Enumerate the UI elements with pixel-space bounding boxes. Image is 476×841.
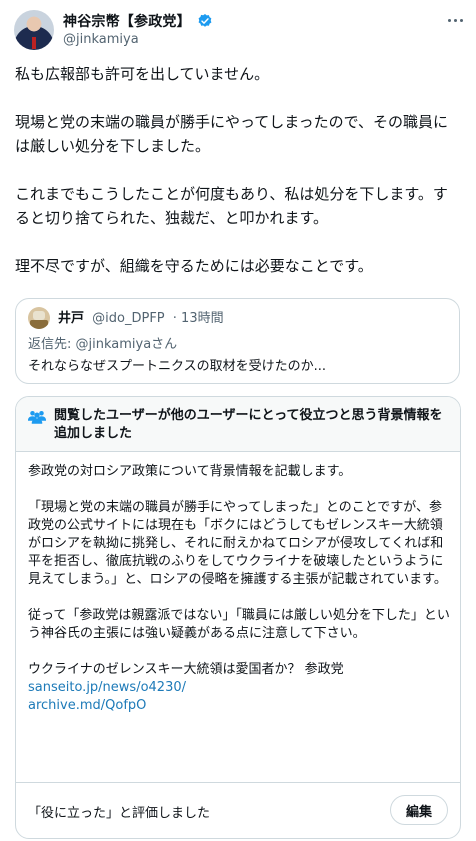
author-avatar[interactable]	[14, 10, 54, 50]
more-options-icon[interactable]	[445, 12, 465, 28]
community-note-body: 参政党の対ロシア政策について背景情報を記載します。 「現場と党の末端の職員が勝手…	[28, 463, 450, 715]
note-link-archive[interactable]: archive.md/QofpO	[28, 697, 450, 715]
author-name-row: 神谷宗幣【参政党】	[63, 11, 213, 31]
note-paragraph: 参政党の対ロシア政策について背景情報を記載します。	[28, 464, 352, 479]
tweet-body: 私も広報部も許可を出していません。 現場と党の末端の職員が勝手にやってしまったの…	[15, 62, 461, 278]
quote-author-line: 井戸 @ido_DPFP · 13時間	[58, 307, 224, 326]
community-note-footer: 「役に立った」と評価しました 編集	[16, 782, 460, 838]
note-paragraph: 従って「参政党は親露派ではない」「職員には厳しい処分を下した」という神谷氏の主張…	[28, 608, 450, 641]
quote-author-avatar	[28, 307, 50, 329]
quote-text: それならなぜスプートニクスの取材を受けたのか...	[28, 359, 327, 374]
tweet-header: 神谷宗幣【参政党】 @jinkamiya	[0, 0, 476, 60]
quote-author-name: 井戸	[58, 311, 85, 326]
author-display-name[interactable]: 神谷宗幣【参政党】	[63, 11, 191, 31]
community-note-title: 閲覧したユーザーが他のユーザーにとって役立つと思う背景情報を追加しました	[54, 408, 443, 441]
note-source-title: ウクライナのゼレンスキー大統領は愛国者か？ 参政党	[28, 662, 344, 677]
note-link-sanseito[interactable]: sanseito.jp/news/o4230/	[28, 679, 450, 697]
edit-rating-button[interactable]: 編集	[390, 795, 448, 825]
tweet-paragraph: 理不尽ですが、組織を守るためには必要なことです。	[15, 257, 373, 275]
quoted-tweet[interactable]: 井戸 @ido_DPFP · 13時間 返信先: @jinkamiyaさん それ…	[15, 298, 460, 384]
quote-reply-to: 返信先: @jinkamiyaさん	[28, 337, 178, 352]
tweet-paragraph: 現場と党の末端の職員が勝手にやってしまったので、その職員には厳しい処分を下しまし…	[15, 113, 449, 155]
community-note-header: 閲覧したユーザーが他のユーザーにとって役立つと思う背景情報を追加しました	[16, 397, 460, 452]
quote-timestamp: · 13時間	[172, 311, 224, 326]
tweet-paragraph: これまでもこうしたことが何度もあり、私は処分を下します。すると切り捨てられた、独…	[15, 185, 448, 227]
tweet-paragraph: 私も広報部も許可を出していません。	[15, 65, 270, 83]
rated-helpful-text: 「役に立った」と評価しました	[28, 806, 211, 821]
note-paragraph: 「現場と党の末端の職員が勝手にやってしまった」とのことですが、参政党の公式サイト…	[28, 500, 447, 587]
author-handle[interactable]: @jinkamiya	[63, 32, 139, 47]
people-icon	[28, 411, 46, 424]
quote-author-handle: @ido_DPFP	[92, 311, 165, 326]
verified-badge-icon	[198, 14, 212, 27]
community-note: 閲覧したユーザーが他のユーザーにとって役立つと思う背景情報を追加しました 参政党…	[15, 396, 461, 839]
